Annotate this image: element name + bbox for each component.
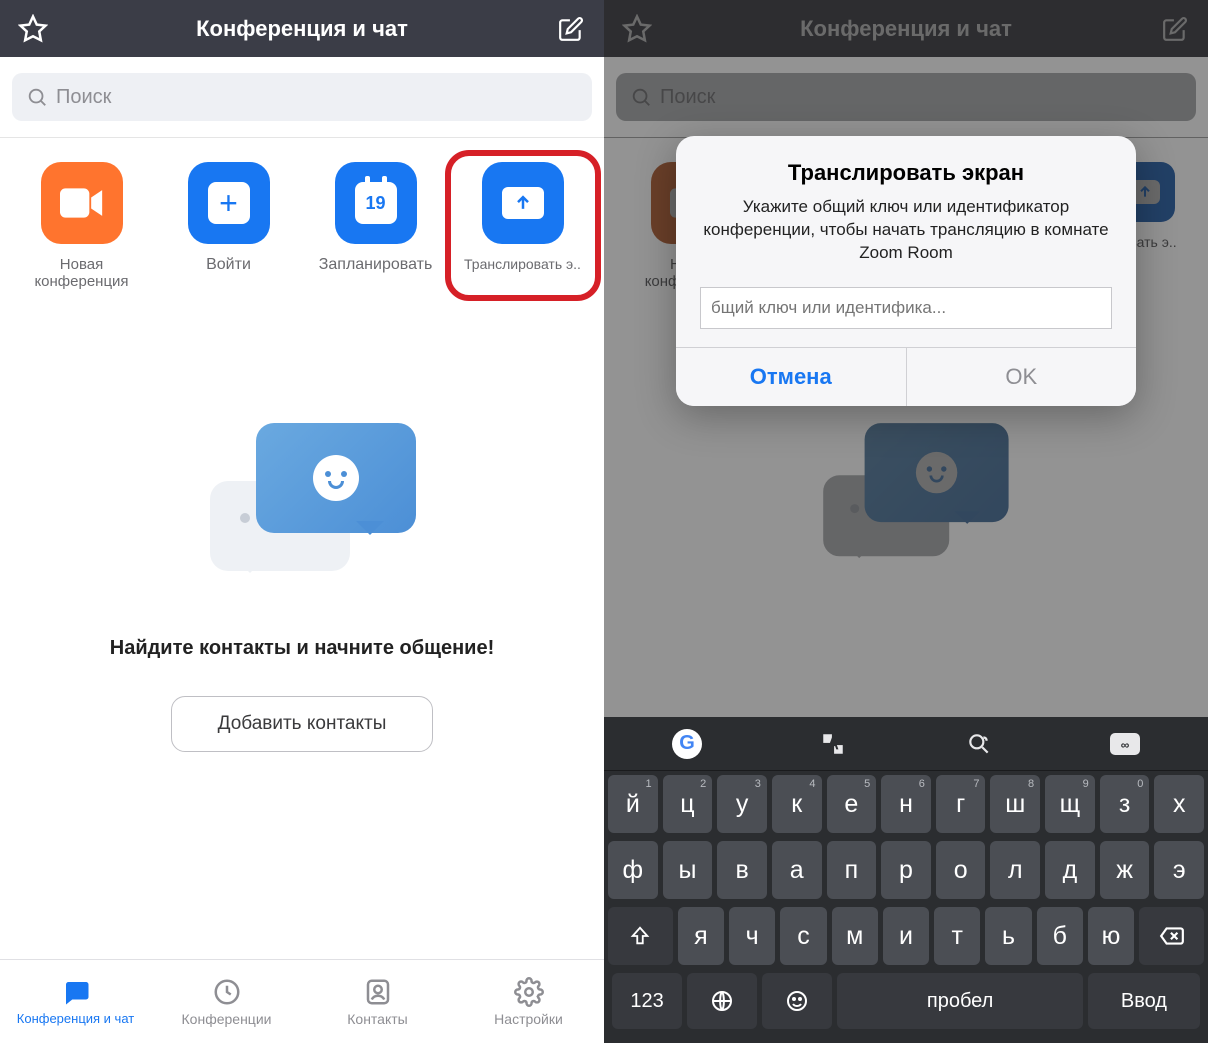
share-screen-dialog: Транслировать экран Укажите общий ключ и…: [676, 136, 1136, 406]
key-к[interactable]: к4: [772, 775, 822, 833]
tab-settings[interactable]: Настройки: [453, 960, 604, 1043]
header-title: Конференция и чат: [196, 16, 408, 42]
tab-settings-label: Настройки: [494, 1011, 563, 1027]
key-ы[interactable]: ы: [663, 841, 713, 899]
key-н[interactable]: н6: [881, 775, 931, 833]
search-placeholder: Поиск: [56, 86, 111, 109]
tab-chat-label: Конференция и чат: [17, 1011, 134, 1026]
share-label: Транслировать э..: [455, 256, 590, 272]
emoji-key[interactable]: [762, 973, 832, 1029]
on-screen-keyboard: G ∞ й1ц2у3к4е5н6г7ш8щ9з0х фывапролджэ яч…: [604, 717, 1208, 1043]
key-з[interactable]: з0: [1100, 775, 1150, 833]
key-д[interactable]: д: [1045, 841, 1095, 899]
globe-key[interactable]: [687, 973, 757, 1029]
screen-before: Конференция и чат Поиск Новая конференци…: [0, 0, 604, 1043]
svg-text:∞: ∞: [1121, 738, 1130, 752]
tab-meetings[interactable]: Конференции: [151, 960, 302, 1043]
key-ц[interactable]: ц2: [663, 775, 713, 833]
key-л[interactable]: л: [990, 841, 1040, 899]
video-icon: [41, 162, 123, 244]
enter-key[interactable]: Ввод: [1088, 973, 1200, 1029]
chat-illustration: [192, 419, 412, 589]
key-х[interactable]: х: [1154, 775, 1204, 833]
key-а[interactable]: а: [772, 841, 822, 899]
key-э[interactable]: э: [1154, 841, 1204, 899]
key-ч[interactable]: ч: [729, 907, 775, 965]
empty-state: Найдите контакты и начните общение! Доба…: [0, 311, 604, 960]
key-и[interactable]: и: [883, 907, 929, 965]
dialog-cancel-button[interactable]: Отмена: [676, 348, 907, 406]
shift-key[interactable]: [608, 907, 673, 965]
gif-icon[interactable]: ∞: [1107, 726, 1143, 762]
tab-contacts[interactable]: Контакты: [302, 960, 453, 1043]
key-ж[interactable]: ж: [1100, 841, 1150, 899]
key-е[interactable]: е5: [827, 775, 877, 833]
empty-title: Найдите контакты и начните общение!: [110, 637, 494, 660]
backspace-key[interactable]: [1139, 907, 1204, 965]
key-я[interactable]: я: [678, 907, 724, 965]
plus-icon: +: [188, 162, 270, 244]
search-input[interactable]: Поиск: [12, 73, 592, 121]
numbers-key[interactable]: 123: [612, 973, 682, 1029]
keyboard-row-2: фывапролджэ: [608, 841, 1204, 899]
key-р[interactable]: р: [881, 841, 931, 899]
screen-dialog: Конференция и чат Поиск Новая конференци…: [604, 0, 1208, 1043]
key-т[interactable]: т: [934, 907, 980, 965]
new-meeting-button[interactable]: Новая конференция: [12, 162, 152, 291]
star-icon[interactable]: [18, 14, 48, 44]
tab-contacts-label: Контакты: [347, 1011, 407, 1027]
dialog-message: Укажите общий ключ или идентификатор кон…: [700, 196, 1112, 265]
schedule-label: Запланировать: [308, 256, 443, 274]
keyboard-row-1: й1ц2у3к4е5н6г7ш8щ9з0х: [608, 775, 1204, 833]
share-screen-button[interactable]: Транслировать э..: [453, 162, 593, 291]
key-м[interactable]: м: [832, 907, 878, 965]
new-meeting-label: Новая конференция: [14, 256, 149, 291]
key-п[interactable]: п: [827, 841, 877, 899]
tab-chat[interactable]: Конференция и чат: [0, 960, 151, 1043]
space-key[interactable]: пробел: [837, 973, 1082, 1029]
sharing-key-input[interactable]: [700, 287, 1112, 329]
key-о[interactable]: о: [936, 841, 986, 899]
key-й[interactable]: й1: [608, 775, 658, 833]
key-ю[interactable]: ю: [1088, 907, 1134, 965]
keyboard-toolbar: G ∞: [604, 717, 1208, 771]
action-row: Новая конференция + Войти 19 Запланирова…: [0, 138, 604, 311]
schedule-button[interactable]: 19 Запланировать: [306, 162, 446, 291]
key-ь[interactable]: ь: [985, 907, 1031, 965]
search-icon[interactable]: [961, 726, 997, 762]
add-contacts-button[interactable]: Добавить контакты: [171, 696, 434, 752]
key-ф[interactable]: ф: [608, 841, 658, 899]
keyboard-row-3: ячсмитьбю: [608, 907, 1204, 965]
search-container: Поиск: [0, 57, 604, 138]
calendar-icon: 19: [335, 162, 417, 244]
key-с[interactable]: с: [780, 907, 826, 965]
header: Конференция и чат: [0, 0, 604, 57]
tab-bar: Конференция и чат Конференции Контакты Н…: [0, 959, 604, 1043]
key-б[interactable]: б: [1037, 907, 1083, 965]
translate-icon[interactable]: [815, 726, 851, 762]
keyboard-row-bottom: 123 пробел Ввод: [608, 973, 1204, 1037]
join-label: Войти: [161, 256, 296, 274]
tab-meetings-label: Конференции: [182, 1011, 272, 1027]
key-в[interactable]: в: [717, 841, 767, 899]
key-г[interactable]: г7: [936, 775, 986, 833]
key-ш[interactable]: ш8: [990, 775, 1040, 833]
join-button[interactable]: + Войти: [159, 162, 299, 291]
google-icon[interactable]: G: [669, 726, 705, 762]
key-щ[interactable]: щ9: [1045, 775, 1095, 833]
dialog-ok-button[interactable]: OK: [907, 348, 1137, 406]
share-screen-icon: [482, 162, 564, 244]
key-у[interactable]: у3: [717, 775, 767, 833]
dialog-title: Транслировать экран: [700, 160, 1112, 186]
compose-icon[interactable]: [556, 14, 586, 44]
